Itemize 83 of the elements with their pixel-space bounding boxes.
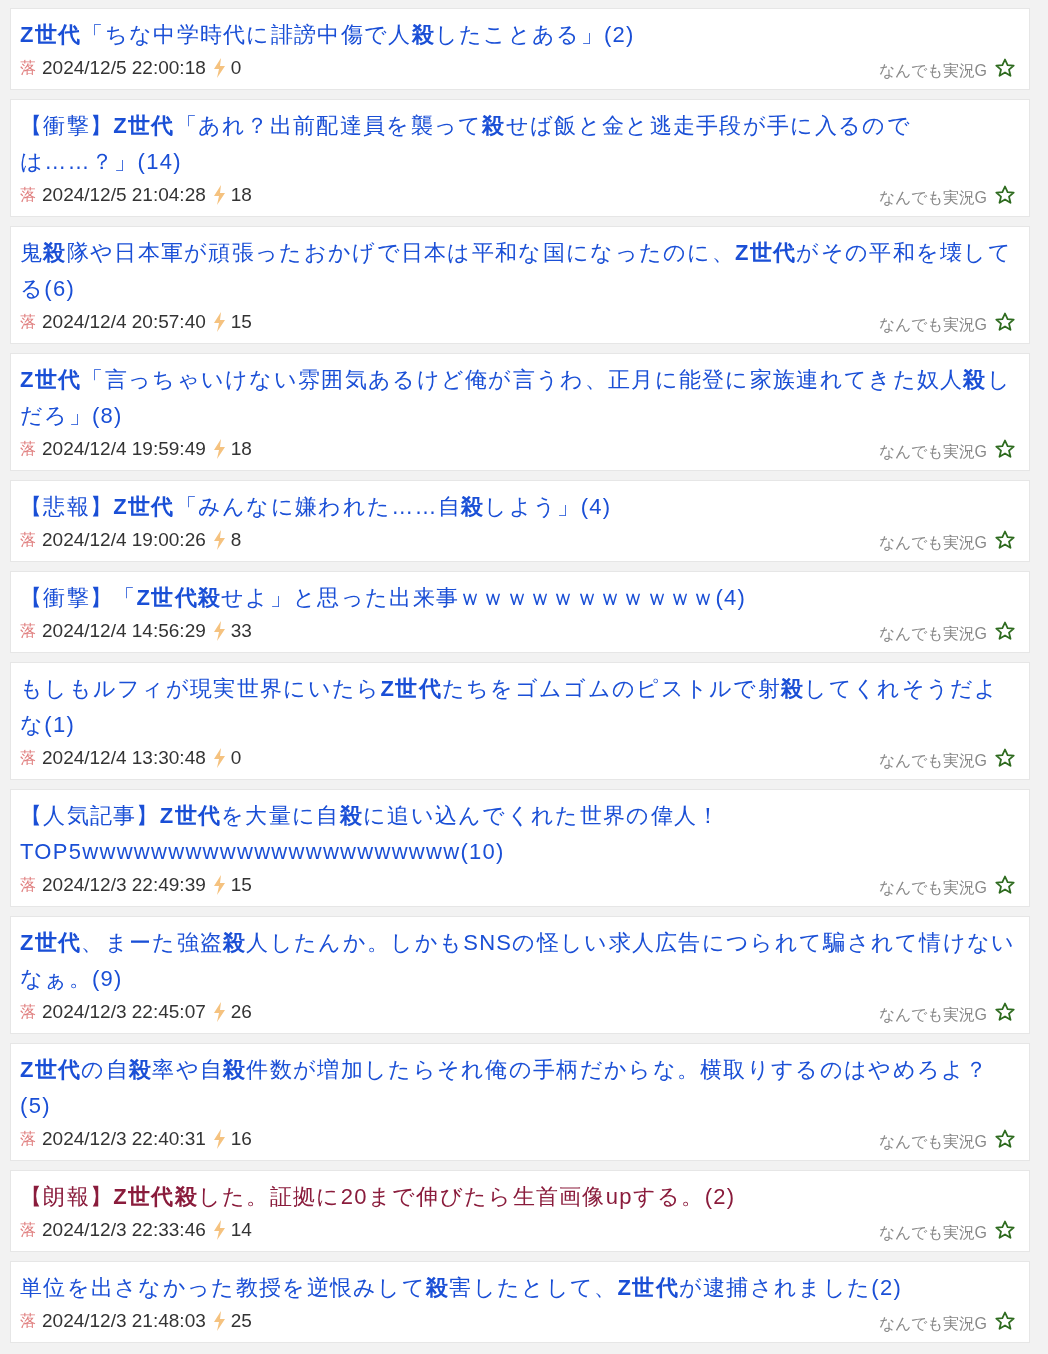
lightning-icon	[212, 1311, 226, 1331]
source-label: なんでも実況G	[878, 1132, 987, 1152]
source-label: なんでも実況G	[878, 1223, 987, 1243]
lightning-icon	[212, 530, 226, 550]
article-link[interactable]: 【悲報】Z世代「みんなに嫌われた……自殺しよう」(4)	[20, 489, 1019, 525]
badge-label: 落	[20, 1220, 36, 1240]
post-date: 2024/12/4 14:56:29	[42, 618, 206, 643]
source-label: なんでも実況G	[878, 624, 987, 644]
article-link[interactable]: 【衝撃】「Z世代殺せよ」と思った出来事ｗｗｗｗｗｗｗｗｗｗｗ(4)	[20, 580, 1019, 616]
star-icon[interactable]	[995, 748, 1015, 768]
badge-label: 落	[20, 875, 36, 895]
reaction-count: 16	[230, 1126, 252, 1151]
article-link[interactable]: Z世代「ちな中学時代に誹謗中傷で人殺したことある」(2)	[20, 17, 1019, 53]
lightning-icon	[212, 185, 226, 205]
star-icon[interactable]	[995, 312, 1015, 332]
lightning-icon	[212, 875, 226, 895]
star-icon[interactable]	[995, 1129, 1015, 1149]
post-date: 2024/12/4 13:30:48	[42, 745, 206, 770]
reaction-count: 8	[230, 527, 242, 552]
reaction-count: 25	[230, 1308, 252, 1333]
star-icon[interactable]	[995, 1002, 1015, 1022]
badge-label: 落	[20, 312, 36, 332]
lightning-icon	[212, 748, 226, 768]
article-link[interactable]: 【朗報】Z世代殺した。証拠に20まで伸びたら生首画像upする。(2)	[20, 1179, 1019, 1215]
badge-label: 落	[20, 530, 36, 550]
lightning-icon	[212, 58, 226, 78]
badge-label: 落	[20, 185, 36, 205]
reaction-count: 33	[230, 618, 252, 643]
badge-label: 落	[20, 1129, 36, 1149]
source-label: なんでも実況G	[878, 878, 987, 898]
reaction-count: 0	[230, 745, 242, 770]
article-link[interactable]: 鬼殺隊や日本軍が頑張ったおかげで日本は平和な国になったのに、Z世代がその平和を壊してる(6)	[20, 235, 1019, 307]
post-date: 2024/12/4 19:00:26	[42, 527, 206, 552]
article-link[interactable]: Z世代「言っちゃいけない雰囲気あるけど俺が言うわ、正月に能登に家族連れてきた奴人殺しだろ」(8)	[20, 362, 1019, 434]
badge-label: 落	[20, 58, 36, 78]
star-icon[interactable]	[995, 1311, 1015, 1331]
reaction-count: 18	[230, 182, 252, 207]
source-label: なんでも実況G	[878, 751, 987, 771]
lightning-icon	[212, 312, 226, 332]
lightning-icon	[212, 439, 226, 459]
lightning-icon	[212, 1129, 226, 1149]
source-label: なんでも実況G	[878, 1005, 987, 1025]
lightning-icon	[212, 1002, 226, 1022]
star-icon[interactable]	[995, 439, 1015, 459]
post-date: 2024/12/3 22:40:31	[42, 1126, 206, 1151]
article-link[interactable]: Z世代、まーた強盗殺人したんか。しかもSNSの怪しい求人広告につられて騙されて情けないなぁ。(9)	[20, 925, 1019, 997]
badge-label: 落	[20, 1311, 36, 1331]
lightning-icon	[212, 621, 226, 641]
reaction-count: 18	[230, 436, 252, 461]
post-date: 2024/12/3 22:33:46	[42, 1217, 206, 1242]
post-date: 2024/12/3 22:49:39	[42, 872, 206, 897]
source-label: なんでも実況G	[878, 1314, 987, 1334]
article-link[interactable]: 単位を出さなかった教授を逆恨みして殺害したとして、Z世代が逮捕されました(2)	[20, 1270, 1019, 1306]
post-date: 2024/12/5 22:00:18	[42, 55, 206, 80]
badge-label: 落	[20, 439, 36, 459]
star-icon[interactable]	[995, 530, 1015, 550]
source-label: なんでも実況G	[878, 442, 987, 462]
source-label: なんでも実況G	[878, 533, 987, 553]
source-label: なんでも実況G	[878, 188, 987, 208]
reaction-count: 15	[230, 872, 252, 897]
article-link[interactable]: 【人気記事】Z世代を大量に自殺に追い込んでくれた世界の偉人！TOP5wwwwwwwwwwwwwwwwwwwwww(10)	[20, 798, 1019, 870]
badge-label: 落	[20, 748, 36, 768]
star-icon[interactable]	[995, 58, 1015, 78]
source-label: なんでも実況G	[878, 315, 987, 335]
post-date: 2024/12/4 20:57:40	[42, 309, 206, 334]
badge-label: 落	[20, 621, 36, 641]
lightning-icon	[212, 1220, 226, 1240]
reaction-count: 26	[230, 999, 252, 1024]
reaction-count: 15	[230, 309, 252, 334]
reaction-count: 14	[230, 1217, 252, 1242]
article-link[interactable]: Z世代の自殺率や自殺件数が増加したらそれ俺の手柄だからな。横取りするのはやめろよ？(5)	[20, 1052, 1019, 1124]
article-link[interactable]: 【衝撃】Z世代「あれ？出前配達員を襲って殺せば飯と金と逃走手段が手に入るのでは……？」(14)	[20, 108, 1019, 180]
post-date: 2024/12/3 21:48:03	[42, 1308, 206, 1333]
reaction-count: 0	[230, 55, 242, 80]
post-date: 2024/12/5 21:04:28	[42, 182, 206, 207]
post-date: 2024/12/4 19:59:49	[42, 436, 206, 461]
star-icon[interactable]	[995, 185, 1015, 205]
star-icon[interactable]	[995, 1220, 1015, 1240]
star-icon[interactable]	[995, 621, 1015, 641]
source-label: なんでも実況G	[878, 61, 987, 81]
star-icon[interactable]	[995, 875, 1015, 895]
badge-label: 落	[20, 1002, 36, 1022]
post-date: 2024/12/3 22:45:07	[42, 999, 206, 1024]
